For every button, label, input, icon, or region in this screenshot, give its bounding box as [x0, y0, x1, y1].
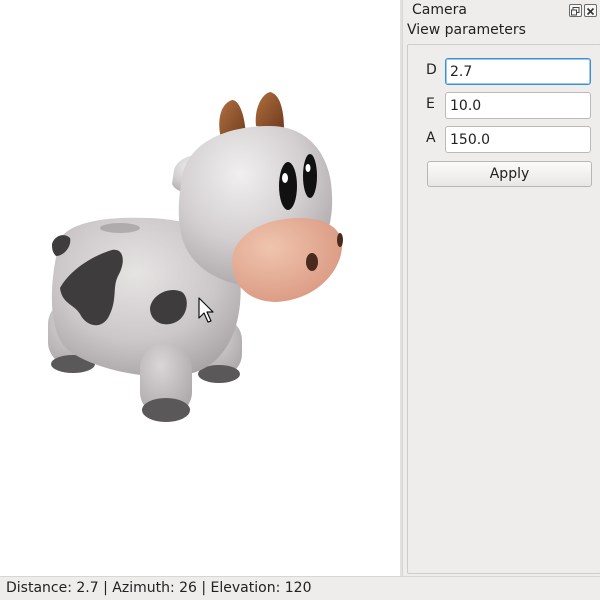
elevation-input[interactable] [445, 92, 591, 119]
cow-model [48, 92, 343, 422]
view-parameters-title: View parameters [407, 22, 526, 38]
3d-viewport[interactable] [0, 0, 400, 576]
float-window-icon[interactable] [569, 4, 582, 17]
azimuth-input[interactable] [445, 126, 591, 153]
distance-label: D [426, 62, 437, 78]
close-icon[interactable] [584, 4, 597, 17]
status-bar: Distance: 2.7 | Azimuth: 26 | Elevation:… [0, 576, 600, 600]
distance-input[interactable] [445, 58, 591, 85]
elevation-label: E [426, 96, 435, 112]
view-parameters-group: D E A Apply [407, 44, 600, 574]
azimuth-label: A [426, 130, 436, 146]
apply-button[interactable]: Apply [427, 161, 592, 187]
camera-dock-panel: Camera View parameters D E A Apply [402, 0, 600, 576]
status-text: Distance: 2.7 | Azimuth: 26 | Elevation:… [6, 580, 312, 596]
dock-titlebar[interactable]: Camera [403, 0, 600, 22]
cow-leg-back-right [140, 344, 192, 422]
dock-title: Camera [412, 2, 467, 18]
